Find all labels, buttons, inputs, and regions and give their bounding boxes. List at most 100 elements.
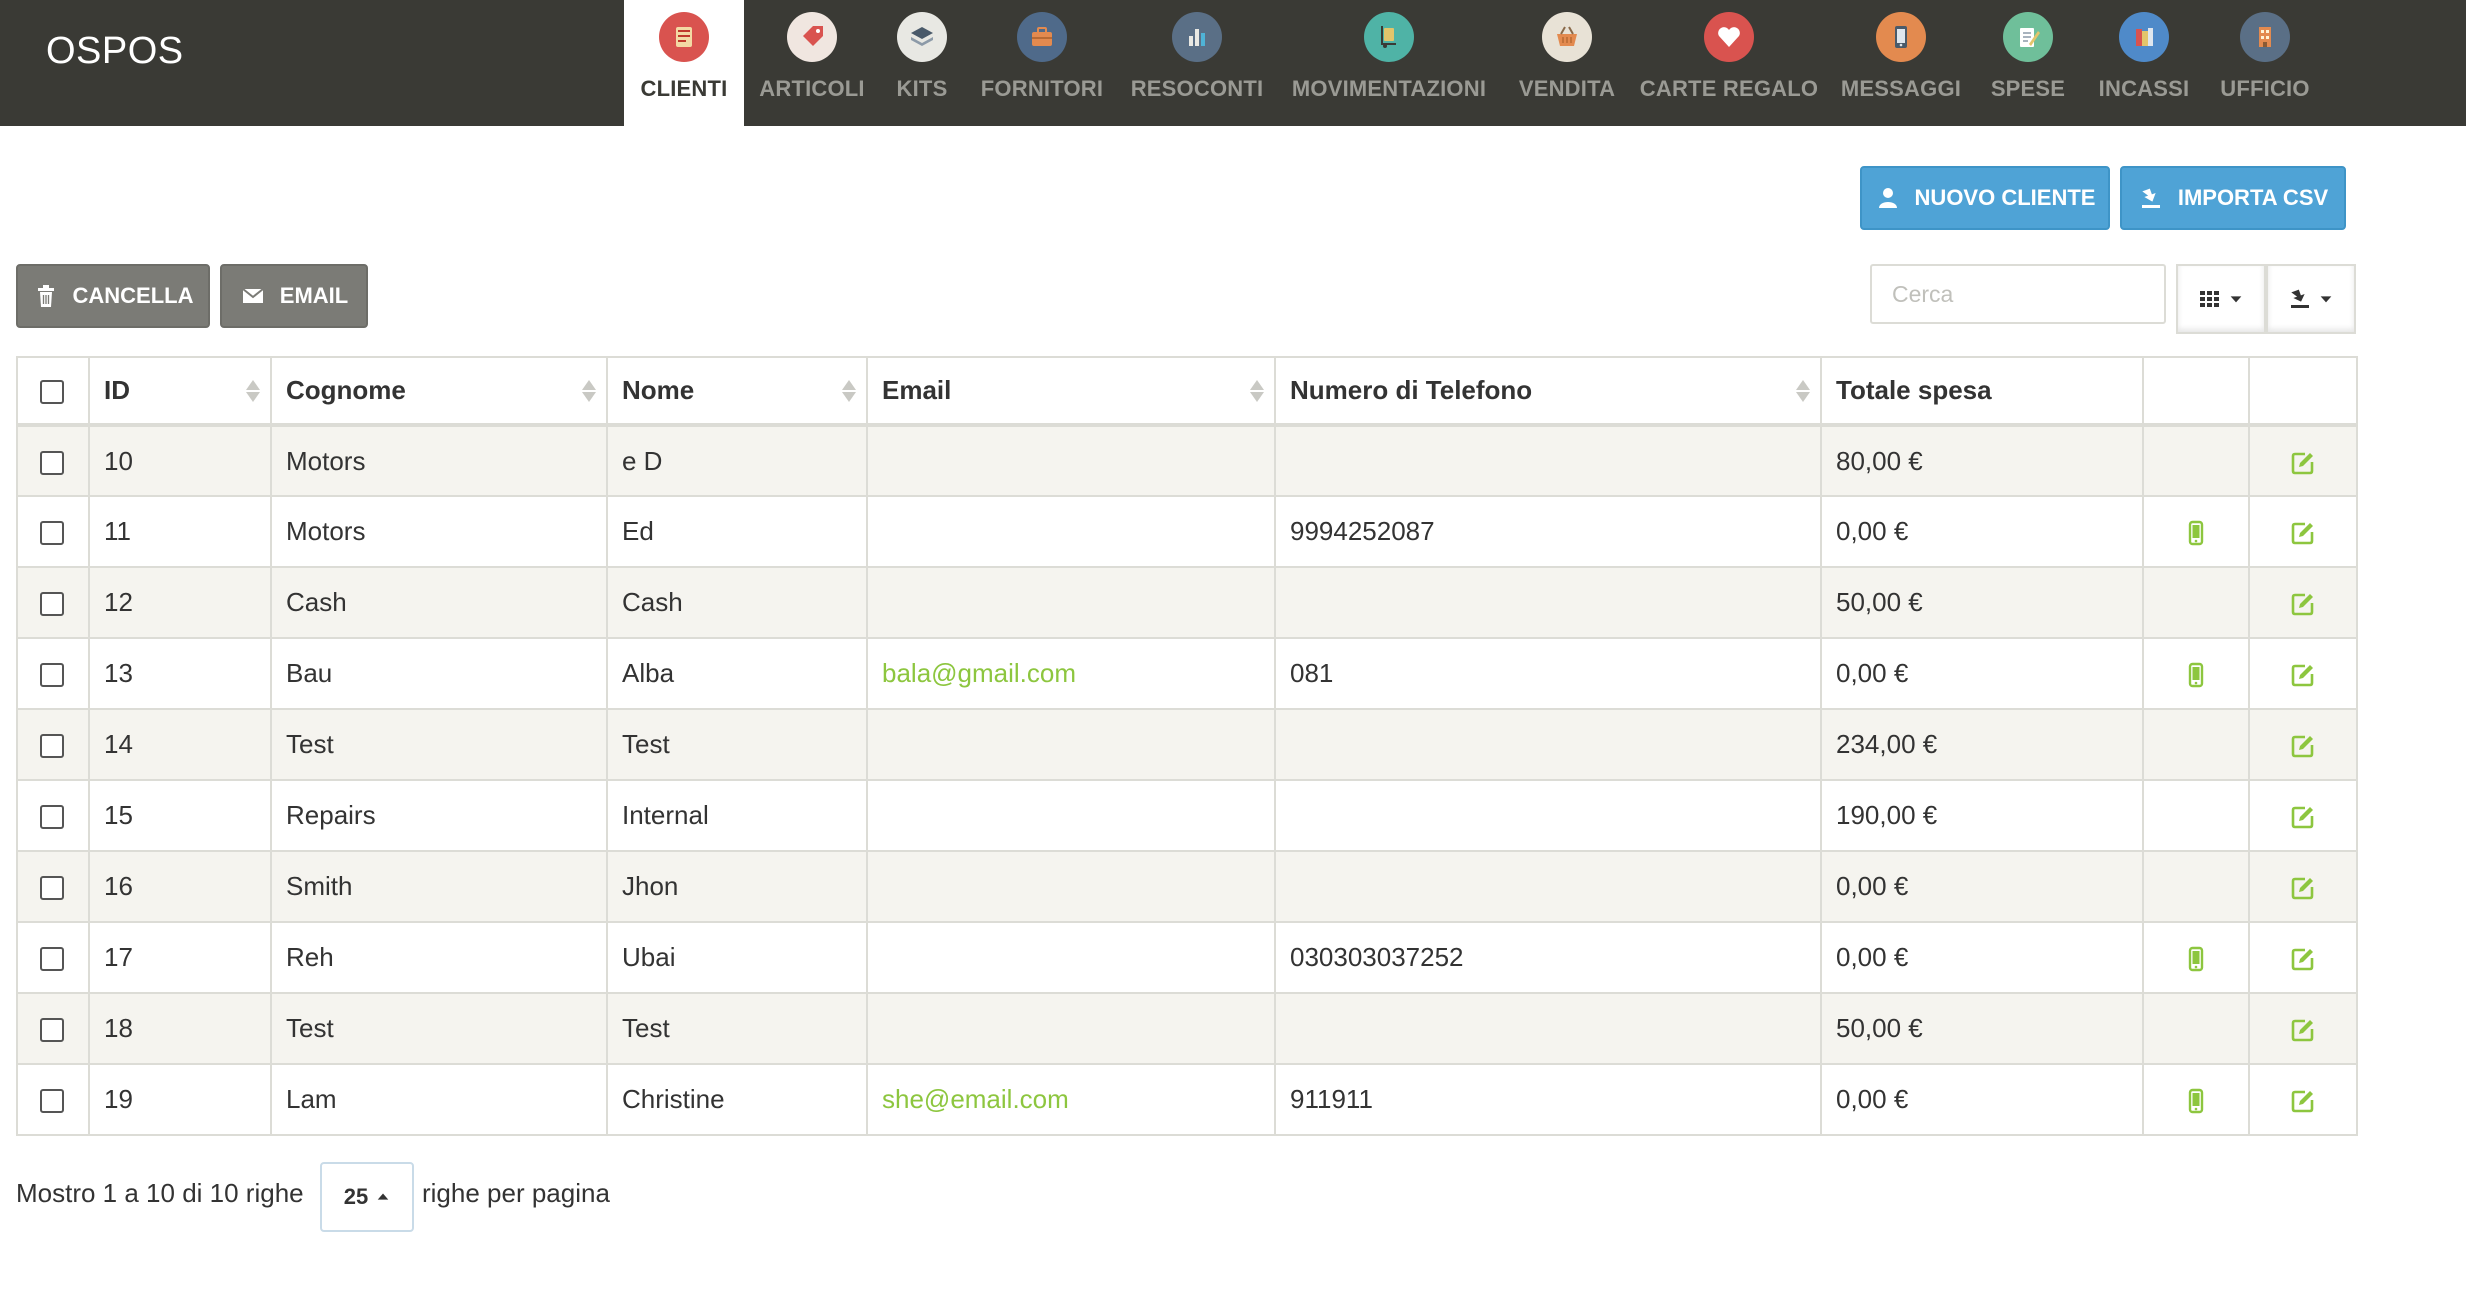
cell-phone xyxy=(1274,708,1822,781)
table-row[interactable]: 17 Reh Ubai 030303037252 0,00 € xyxy=(16,921,2358,994)
row-checkbox[interactable] xyxy=(40,876,64,901)
customers-icon xyxy=(659,12,709,62)
email-link[interactable]: bala@gmail.com xyxy=(882,658,1076,688)
cell-surname: Test xyxy=(270,708,608,781)
brand-logo[interactable]: OSPOS xyxy=(46,30,184,73)
column-header-surname[interactable]: Cognome xyxy=(270,356,608,427)
table-row[interactable]: 19 Lam Christine she@email.com 911911 0,00 € xyxy=(16,1063,2358,1136)
cell-name: Internal xyxy=(606,779,868,852)
edit-icon[interactable] xyxy=(2290,942,2316,972)
cell-phone xyxy=(1274,424,1822,497)
sort-icon xyxy=(582,379,596,402)
row-checkbox[interactable] xyxy=(40,947,64,972)
column-header-label: ID xyxy=(104,375,130,405)
nav-label-giftcards: CARTE REGALO xyxy=(1639,76,1819,101)
column-header-name[interactable]: Nome xyxy=(606,356,868,427)
nav-label-items: ARTICOLI xyxy=(759,76,865,101)
edit-icon[interactable] xyxy=(2290,658,2316,688)
nav-item-office[interactable]: UFFICIO xyxy=(2220,0,2310,124)
column-header-total: Totale spesa xyxy=(1820,356,2144,427)
messages-phone-icon xyxy=(1876,12,1926,62)
cashups-books-icon xyxy=(2119,12,2169,62)
new-customer-button[interactable]: NUOVO CLIENTE xyxy=(1860,166,2110,230)
cell-email xyxy=(866,424,1276,497)
edit-icon[interactable] xyxy=(2290,800,2316,830)
cell-total: 0,00 € xyxy=(1820,850,2144,923)
column-header-id[interactable]: ID xyxy=(88,356,272,427)
delete-button[interactable]: CANCELLA xyxy=(16,264,210,328)
caret-down-icon xyxy=(2320,296,2332,303)
table-row[interactable]: 12 Cash Cash 50,00 € xyxy=(16,566,2358,639)
column-header-phone[interactable]: Numero di Telefono xyxy=(1274,356,1822,427)
edit-icon[interactable] xyxy=(2290,871,2316,901)
column-header-label: Cognome xyxy=(286,375,406,405)
columns-toggle-button[interactable] xyxy=(2176,264,2266,334)
page-size-dropdown[interactable]: 25 xyxy=(320,1162,414,1232)
edit-icon[interactable] xyxy=(2290,446,2316,476)
edit-icon[interactable] xyxy=(2290,587,2316,617)
row-checkbox[interactable] xyxy=(40,734,64,759)
mobile-phone-icon[interactable] xyxy=(2183,658,2209,688)
row-checkbox[interactable] xyxy=(40,521,64,546)
nav-item-messages[interactable]: MESSAGGI xyxy=(1838,0,1964,124)
nav-label-reports: RESOCONTI xyxy=(1130,76,1264,101)
cell-surname: Cash xyxy=(270,566,608,639)
row-checkbox[interactable] xyxy=(40,592,64,617)
row-checkbox[interactable] xyxy=(40,805,64,830)
mobile-phone-icon[interactable] xyxy=(2183,1084,2209,1114)
cell-phone xyxy=(1274,850,1822,923)
email-link[interactable]: she@email.com xyxy=(882,1084,1069,1114)
nav-item-items[interactable]: ARTICOLI xyxy=(759,0,865,124)
customers-table: ID Cognome Nome Email Numero di Telefono… xyxy=(16,356,2358,1136)
search-input[interactable] xyxy=(1870,264,2166,324)
cell-email xyxy=(866,566,1276,639)
trash-icon xyxy=(37,285,54,307)
table-row[interactable]: 10 Motors e D 80,00 € xyxy=(16,424,2358,497)
cell-id: 11 xyxy=(88,495,272,568)
cell-email: she@email.com xyxy=(866,1063,1276,1136)
table-row[interactable]: 11 Motors Ed 9994252087 0,00 € xyxy=(16,495,2358,568)
cell-name: Test xyxy=(606,992,868,1065)
table-row[interactable]: 13 Bau Alba bala@gmail.com 081 0,00 € xyxy=(16,637,2358,710)
table-row[interactable]: 14 Test Test 234,00 € xyxy=(16,708,2358,781)
nav-label-receivings: MOVIMENTAZIONI xyxy=(1291,76,1487,101)
mobile-phone-icon[interactable] xyxy=(2183,516,2209,546)
row-checkbox[interactable] xyxy=(40,1089,64,1114)
edit-icon[interactable] xyxy=(2290,1013,2316,1043)
nav-item-reports[interactable]: RESOCONTI xyxy=(1130,0,1264,124)
row-checkbox[interactable] xyxy=(40,450,64,475)
email-button[interactable]: EMAIL xyxy=(220,264,368,328)
cell-total: 190,00 € xyxy=(1820,779,2144,852)
nav-item-giftcards[interactable]: CARTE REGALO xyxy=(1640,0,1818,124)
edit-icon[interactable] xyxy=(2290,1084,2316,1114)
column-header-email[interactable]: Email xyxy=(866,356,1276,427)
nav-item-cashups[interactable]: INCASSI xyxy=(2092,0,2196,124)
expenses-notepad-icon xyxy=(2003,12,2053,62)
import-csv-button[interactable]: IMPORTA CSV xyxy=(2120,166,2346,230)
cell-name: Cash xyxy=(606,566,868,639)
nav-item-expenses[interactable]: SPESE xyxy=(1988,0,2068,124)
mobile-phone-icon[interactable] xyxy=(2183,942,2209,972)
edit-icon[interactable] xyxy=(2290,729,2316,759)
cell-total: 0,00 € xyxy=(1820,921,2144,994)
nav-item-kits[interactable]: KITS xyxy=(884,0,960,124)
sort-icon xyxy=(842,379,856,402)
table-row[interactable]: 16 Smith Jhon 0,00 € xyxy=(16,850,2358,923)
row-checkbox[interactable] xyxy=(40,1018,64,1043)
nav-item-sales[interactable]: VENDITA xyxy=(1512,0,1622,124)
nav-item-receivings[interactable]: MOVIMENTAZIONI xyxy=(1290,0,1488,124)
column-header-label: Email xyxy=(882,375,952,405)
row-checkbox[interactable] xyxy=(40,663,64,688)
cell-id: 10 xyxy=(88,424,272,497)
select-all-checkbox[interactable] xyxy=(40,380,64,405)
nav-item-customers[interactable]: CLIENTI xyxy=(624,0,744,126)
cell-surname: Motors xyxy=(270,495,608,568)
envelope-icon xyxy=(242,288,264,303)
receivings-dolly-icon xyxy=(1364,12,1414,62)
nav-item-suppliers[interactable]: FORNITORI xyxy=(981,0,1103,124)
table-row[interactable]: 15 Repairs Internal 190,00 € xyxy=(16,779,2358,852)
export-button[interactable] xyxy=(2266,264,2356,334)
table-row[interactable]: 18 Test Test 50,00 € xyxy=(16,992,2358,1065)
edit-icon[interactable] xyxy=(2290,516,2316,546)
cell-edit xyxy=(2248,637,2358,710)
